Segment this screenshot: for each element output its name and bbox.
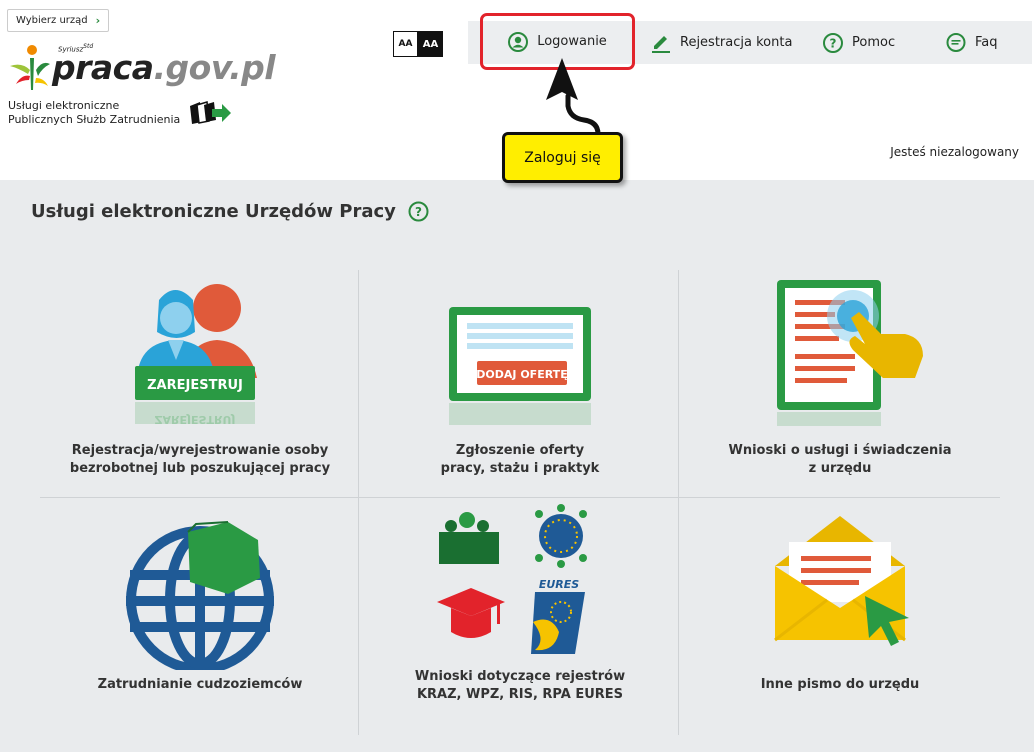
svg-text:ZAREJESTRUJ: ZAREJESTRUJ [154, 413, 235, 426]
tile-applications[interactable]: Wnioski o usługi i świadczenia z urzędu [680, 270, 1000, 500]
tile-registers-label: Wnioski dotyczące rejestrów KRAZ, WPZ, R… [414, 669, 626, 702]
svg-text:ZAREJESTRUJ: ZAREJESTRUJ [147, 378, 243, 393]
help-label: Pomoc [852, 35, 896, 50]
tile-registration[interactable]: ZAREJESTRUJ ZAREJESTRUJ Rejestracja/wyre… [40, 270, 360, 500]
help-link[interactable]: ? Pomoc [823, 21, 895, 64]
svg-text:?: ? [830, 36, 837, 50]
login-tooltip: Zaloguj się [502, 132, 623, 183]
tile-foreigners-label: Zatrudnianie cudzoziemców [97, 677, 303, 692]
logo-star-icon [10, 45, 50, 90]
register-label: Rejestracja konta [680, 35, 793, 50]
register-account-link[interactable]: Rejestracja konta [651, 21, 792, 64]
tile-other-letter[interactable]: Inne pismo do urzędu [680, 498, 1000, 728]
tile-foreigners[interactable]: Zatrudnianie cudzoziemców [40, 498, 360, 728]
chevron-right-icon: › [95, 14, 101, 27]
user-circle-icon [508, 31, 529, 52]
tile-job-offer-label: Zgłoszenie oferty pracy, stażu i praktyk [440, 443, 600, 476]
register-person-icon: ZAREJESTRUJ ZAREJESTRUJ [40, 280, 360, 430]
main-content: Usługi elektroniczne Urzędów Pracy ? ZAR… [0, 180, 1034, 752]
tile-applications-label: Wnioski o usługi i świadczenia z urzędu [728, 443, 952, 476]
font-size-switcher: AA AA [393, 31, 443, 57]
question-circle-icon[interactable]: ? [408, 201, 429, 222]
font-contrast-button[interactable]: AA [418, 31, 443, 57]
services-grid: ZAREJESTRUJ ZAREJESTRUJ Rejestracja/wyre… [40, 270, 1000, 735]
pencil-icon [651, 33, 671, 53]
tile-job-offer[interactable]: DODAJ OFERTĘ Zgłoszenie oferty pracy, st… [360, 270, 680, 500]
globe-poland-icon [40, 520, 360, 670]
envelope-letter-icon [680, 512, 1000, 652]
tile-registration-label: Rejestracja/wyrejestrowanie osoby bezrob… [69, 443, 331, 476]
page-title: Usługi elektroniczne Urzędów Pracy ? [31, 201, 429, 222]
praca-gov-logo[interactable]: SyriuszStd praca.gov.pl [8, 40, 276, 96]
chat-bubble-icon [946, 32, 966, 53]
select-office-label: Wybierz urząd [16, 15, 88, 26]
document-touch-icon [680, 278, 1000, 428]
pointer-arrow-icon [546, 58, 603, 138]
psz-logo-icon [190, 101, 231, 124]
svg-text:DODAJ OFERTĘ: DODAJ OFERTĘ [476, 368, 567, 381]
font-normal-button[interactable]: AA [393, 31, 418, 57]
svg-text:EURES: EURES [539, 578, 579, 591]
tile-other-letter-label: Inne pismo do urzędu [760, 677, 920, 692]
logo-brand-text: praca.gov.pl [52, 48, 276, 87]
tile-registers[interactable]: EURES Wnioski dotyczące rejestrów KRAZ, … [360, 498, 680, 728]
question-circle-icon: ? [823, 32, 843, 53]
registers-icons: EURES [360, 504, 680, 664]
select-office-button[interactable]: Wybierz urząd › [7, 9, 110, 32]
faq-label: Faq [975, 35, 998, 50]
login-label: Logowanie [537, 34, 607, 49]
svg-text:?: ? [415, 205, 422, 219]
site-tagline: Usługi elektroniczne Publicznych Służb Z… [8, 99, 181, 126]
faq-link[interactable]: Faq [946, 21, 998, 64]
login-status: Jesteś niezalogowany [890, 145, 1019, 159]
page-header: Wybierz urząd › SyriuszStd praca.gov.pl … [0, 0, 1034, 183]
job-offer-board-icon: DODAJ OFERTĘ [360, 305, 680, 435]
